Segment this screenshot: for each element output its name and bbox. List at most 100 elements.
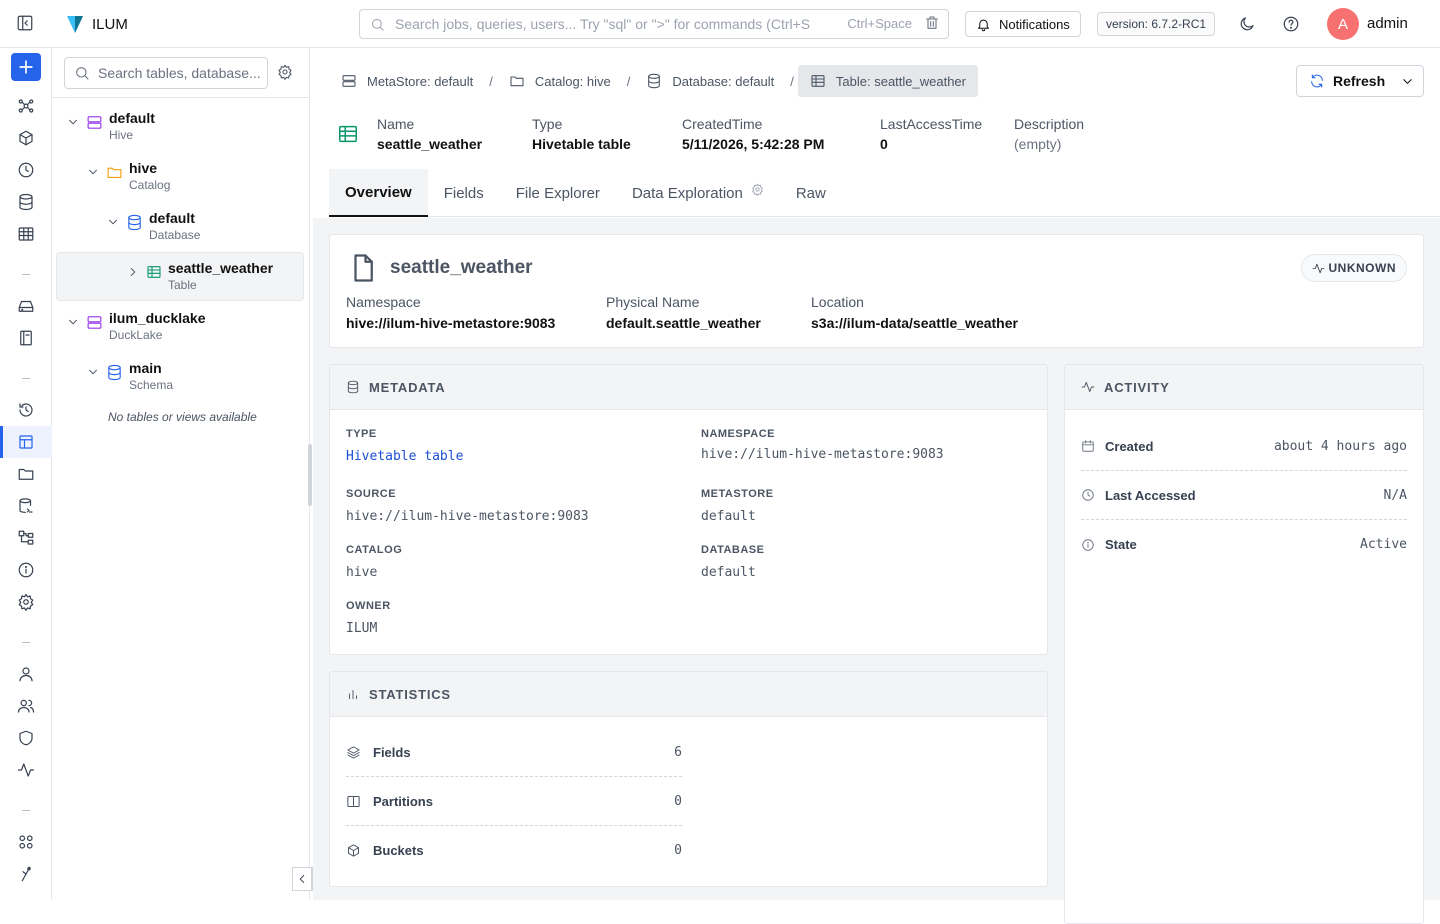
summary-created-time: CreatedTime 5/11/2026, 5:42:28 PM: [682, 114, 824, 154]
status-label: UNKNOWN: [1328, 261, 1396, 275]
tree-node-name: default: [109, 110, 155, 126]
activity-label: State: [1105, 537, 1137, 552]
breadcrumb-separator: /: [790, 73, 794, 89]
panel-resize-handle[interactable]: [308, 444, 312, 506]
activity-pulse-icon: [1081, 380, 1095, 394]
chevron-down-icon[interactable]: [106, 215, 120, 229]
notebook-icon[interactable]: [17, 329, 35, 347]
activity-value: Active: [1360, 537, 1407, 552]
kv-label: METASTORE: [701, 488, 774, 500]
chevron-down-icon[interactable]: [86, 165, 100, 179]
chevron-down-icon[interactable]: [1400, 74, 1415, 89]
tab-data-exploration[interactable]: Data Exploration: [616, 169, 780, 217]
summary-label: Name: [377, 116, 415, 132]
stat-row-partitions: Partitions 0: [346, 777, 682, 826]
columns-icon: [346, 794, 361, 809]
tree-node-hive-catalog[interactable]: hive Catalog: [86, 160, 170, 193]
tab-fields[interactable]: Fields: [428, 169, 500, 217]
breadcrumb-database[interactable]: Database: default: [634, 73, 786, 89]
new-plus-button[interactable]: [11, 53, 41, 81]
main-content: MetaStore: default / Catalog: hive / Dat…: [313, 48, 1440, 924]
chevron-left-icon[interactable]: [292, 867, 312, 891]
folder-icon: [509, 73, 525, 89]
gear-icon[interactable]: [17, 593, 35, 611]
calendar-icon: [1081, 439, 1095, 453]
stat-row-fields: Fields 6: [346, 728, 682, 777]
rail-divider: [22, 642, 30, 643]
tab-overview[interactable]: Overview: [329, 169, 428, 217]
chevron-down-icon[interactable]: [66, 115, 80, 129]
kv-value[interactable]: Hivetable table: [346, 447, 463, 467]
history-icon[interactable]: [17, 401, 35, 419]
tree-settings-gear-icon[interactable]: [277, 64, 293, 80]
breadcrumb-catalog[interactable]: Catalog: hive: [497, 73, 623, 89]
user-icon[interactable]: [17, 665, 35, 683]
search-shortcut: Ctrl+Space: [847, 16, 912, 31]
database-icon[interactable]: [17, 193, 35, 211]
overview-location: Location s3a://ilum-data/seattle_weather: [811, 293, 1018, 335]
brand[interactable]: ILUM: [66, 14, 128, 34]
notifications-button[interactable]: Notifications: [965, 11, 1081, 37]
database-icon: [126, 214, 143, 231]
tree-node-main-schema[interactable]: main Schema: [86, 360, 173, 393]
info-icon[interactable]: [17, 561, 35, 579]
refresh-button[interactable]: Refresh: [1296, 65, 1424, 97]
tree-node-name: hive: [129, 160, 158, 176]
username[interactable]: admin: [1367, 15, 1408, 32]
chevron-right-icon[interactable]: [126, 265, 140, 279]
field-value: hive://ilum-hive-metastore:9083: [346, 315, 556, 331]
users-icon[interactable]: [17, 697, 35, 715]
cube-icon[interactable]: [17, 129, 35, 147]
tab-raw[interactable]: Raw: [780, 169, 842, 217]
breadcrumb-metastore[interactable]: MetaStore: default: [329, 73, 485, 89]
cluster-nodes-icon[interactable]: [17, 97, 35, 115]
avatar[interactable]: A: [1327, 8, 1359, 40]
help-icon[interactable]: [1282, 15, 1300, 33]
tree-search-input[interactable]: Search tables, database...: [64, 57, 268, 89]
sidebar-toggle-icon[interactable]: [16, 14, 34, 32]
box-icon: [346, 843, 361, 858]
refresh-label: Refresh: [1333, 73, 1386, 89]
summary-value: Hivetable table: [532, 136, 631, 152]
summary-type: Type Hivetable table: [532, 114, 631, 154]
tree-node-ilum-ducklake[interactable]: ilum_ducklake DuckLake: [66, 310, 206, 343]
lineage-icon[interactable]: [17, 529, 35, 547]
git-branch-icon[interactable]: [17, 865, 35, 883]
breadcrumb: MetaStore: default / Catalog: hive / Dat…: [329, 65, 978, 97]
kv-value: ILUM: [346, 621, 378, 636]
shield-icon[interactable]: [17, 729, 35, 747]
table-grid-icon[interactable]: [17, 225, 35, 243]
table-catalog-icon[interactable]: [17, 433, 35, 451]
tree-node-name: main: [129, 360, 162, 376]
statistics-panel: STATISTICS Fields 6 Partitions 0 Buckets…: [329, 671, 1048, 887]
summary-label: Description: [1014, 116, 1085, 132]
chevron-down-icon[interactable]: [66, 315, 80, 329]
global-search-input[interactable]: Search jobs, queries, users... Try "sql"…: [359, 9, 949, 39]
tab-label: Data Exploration: [631, 184, 743, 202]
chevron-down-icon[interactable]: [86, 365, 100, 379]
summary-value: 5/11/2026, 5:42:28 PM: [682, 136, 825, 152]
app-name: ILUM: [92, 15, 128, 33]
activity-pulse-icon[interactable]: [17, 761, 35, 779]
apps-grid-icon[interactable]: [17, 833, 35, 851]
rail-divider: [22, 274, 30, 275]
overview-card: seattle_weather UNKNOWN Namespace hive:/…: [329, 234, 1424, 348]
kv-value: default: [701, 565, 756, 580]
tree-node-default-hive[interactable]: default Hive: [66, 110, 155, 143]
tab-file-explorer[interactable]: File Explorer: [500, 169, 616, 217]
statistics-header: STATISTICS: [330, 672, 1047, 717]
rail-divider: [22, 378, 30, 379]
activity-row-state: State Active: [1081, 520, 1407, 569]
database-query-icon[interactable]: [17, 497, 35, 515]
dark-mode-moon-icon[interactable]: [1238, 15, 1256, 33]
stat-value: 6: [674, 744, 682, 760]
clear-search-trash-icon[interactable]: [924, 15, 940, 31]
storage-drive-icon[interactable]: [17, 297, 35, 315]
file-icon: [348, 251, 378, 285]
folder-icon[interactable]: [17, 465, 35, 483]
tree-node-default-database[interactable]: default Database: [106, 210, 200, 243]
breadcrumb-separator: /: [626, 73, 631, 89]
clock-icon[interactable]: [17, 161, 35, 179]
tree-node-seattle-weather-table[interactable]: seattle_weather Table: [126, 260, 273, 293]
breadcrumb-table[interactable]: Table: seattle_weather: [797, 65, 978, 97]
